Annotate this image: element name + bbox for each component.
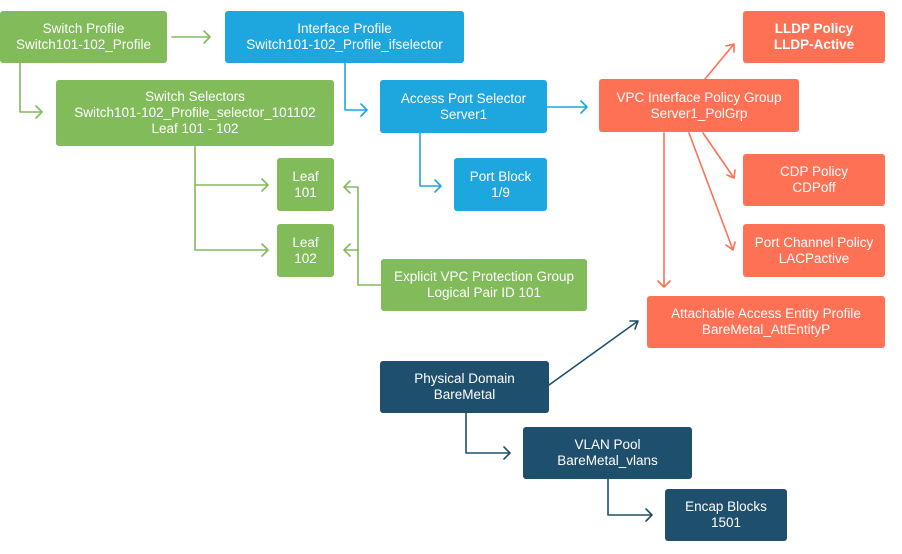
edge-vpc-policy-group-to-cdp-policy xyxy=(702,132,736,179)
edge-vpc-policy-group-to-port-channel-policy xyxy=(688,132,736,251)
node-title: Port Channel Policy xyxy=(754,234,874,250)
node-value: 102 xyxy=(294,250,317,266)
encap-blocks-node[interactable]: Encap Blocks 1501 xyxy=(665,489,787,541)
node-title: LLDP Policy xyxy=(774,21,854,36)
node-value: CDPoff xyxy=(792,180,836,195)
node-title: Physical Domain xyxy=(414,371,515,386)
switch-profile-node[interactable]: Switch Profile Switch101-102_Profile xyxy=(0,11,167,63)
node-value: BareMetal xyxy=(433,387,496,402)
node-title: Port Block xyxy=(469,168,532,184)
node-title: Encap Blocks xyxy=(685,499,767,514)
edge-physical-domain-to-vlan-pool xyxy=(465,412,511,460)
switch-selectors-node[interactable]: Switch Selectors Switch101-102_Profile_s… xyxy=(56,80,334,146)
node-extra: Leaf 101 - 102 xyxy=(151,121,239,136)
access-port-selector-node[interactable]: Access Port Selector Server1 xyxy=(380,80,547,133)
vpc-protection-group-node[interactable]: Explicit VPC Protection Group Logical Pa… xyxy=(381,259,587,311)
edge-vlan-pool-to-encap-blocks xyxy=(607,478,653,522)
node-value: Switch101-102_Profile_selector_101102 xyxy=(74,105,316,120)
node-value: LLDP-Active xyxy=(773,37,855,52)
node-value: 1501 xyxy=(710,515,742,530)
edge-physical-domain-to-aaep xyxy=(548,320,639,386)
port-block-node[interactable]: Port Block 1/9 xyxy=(454,158,547,211)
node-title: Leaf xyxy=(292,168,319,184)
node-value: LACPactive xyxy=(778,250,850,266)
aaep-node[interactable]: Attachable Access Entity Profile BareMet… xyxy=(647,296,885,348)
node-value: 101 xyxy=(294,184,317,200)
node-title: VLAN Pool xyxy=(574,437,641,452)
node-value: BareMetal_AttEntityP xyxy=(701,322,831,337)
physical-domain-node[interactable]: Physical Domain BareMetal xyxy=(380,361,549,413)
interface-profile-node[interactable]: Interface Profile Switch101-102_Profile_… xyxy=(225,11,464,63)
leaf-101-node[interactable]: Leaf 101 xyxy=(277,158,334,211)
node-value: BareMetal_vlans xyxy=(557,453,658,468)
edge-switch-profile-to-interface-profile xyxy=(171,30,211,44)
node-title: Leaf xyxy=(292,234,319,250)
node-title: VPC Interface Policy Group xyxy=(616,89,782,105)
vpc-policy-group-node[interactable]: VPC Interface Policy Group Server1_PolGr… xyxy=(599,79,799,132)
lldp-policy-node[interactable]: LLDP Policy LLDP-Active xyxy=(743,11,885,63)
node-value: 1/9 xyxy=(491,184,510,200)
edge-access-port-selector-to-vpc-policy-group xyxy=(546,100,588,114)
node-title: Interface Profile xyxy=(297,21,392,36)
edge-switch-profile-to-switch-selectors xyxy=(19,62,43,119)
node-title: Switch Selectors xyxy=(145,89,245,104)
node-value: Server1 xyxy=(439,106,488,122)
edge-vpc-protection-group-to-leaf-101 xyxy=(343,180,382,286)
cdp-policy-node[interactable]: CDP Policy CDPoff xyxy=(743,154,885,206)
node-title: Explicit VPC Protection Group xyxy=(393,269,575,284)
node-value: Server1_PolGrp xyxy=(650,105,748,121)
node-title: Access Port Selector xyxy=(400,90,527,106)
edge-vpc-policy-group-to-aaep xyxy=(657,132,671,288)
edge-vpc-policy-group-to-lldp-policy xyxy=(704,43,735,80)
node-value: Logical Pair ID 101 xyxy=(426,285,542,300)
edge-vpc-protection-group-to-leaf-102 xyxy=(343,243,359,257)
node-value: Switch101-102_Profile_ifselector xyxy=(246,37,443,52)
node-title: CDP Policy xyxy=(779,164,849,179)
node-title: Attachable Access Entity Profile xyxy=(671,306,861,321)
leaf-102-node[interactable]: Leaf 102 xyxy=(277,224,334,277)
node-value: Switch101-102_Profile xyxy=(15,37,152,52)
edge-switch-selectors-to-leaf-101 xyxy=(194,145,269,192)
edge-switch-selectors-to-leaf-102 xyxy=(194,184,269,257)
port-channel-policy-node[interactable]: Port Channel Policy LACPactive xyxy=(743,224,885,277)
vlan-pool-node[interactable]: VLAN Pool BareMetal_vlans xyxy=(523,427,692,479)
edge-interface-profile-to-access-port-selector xyxy=(344,62,368,117)
node-title: Switch Profile xyxy=(42,21,125,36)
edge-access-port-selector-to-port-block xyxy=(419,132,442,193)
